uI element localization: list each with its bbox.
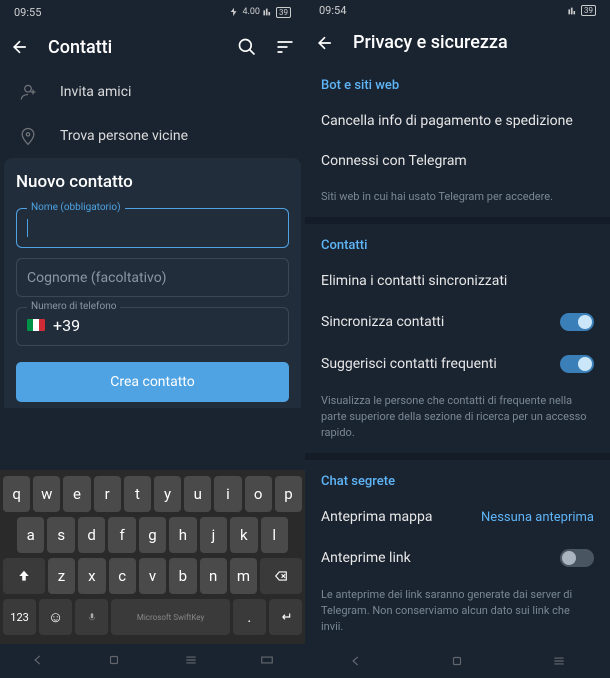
firstname-label: Nome (obbligatorio) bbox=[27, 202, 125, 213]
toggle-switch[interactable] bbox=[560, 313, 594, 331]
add-person-icon bbox=[18, 82, 38, 102]
invite-label: Invita amici bbox=[60, 84, 131, 100]
key-r[interactable]: r bbox=[94, 476, 121, 512]
keyboard: qwertyuiop asdfghjkl zxcvbnm 123 ☺ Micro… bbox=[0, 470, 305, 644]
key-w[interactable]: w bbox=[33, 476, 60, 512]
key-p[interactable]: p bbox=[275, 476, 302, 512]
key-y[interactable]: y bbox=[154, 476, 181, 512]
key-v[interactable]: v bbox=[139, 558, 166, 594]
firstname-field[interactable]: Nome (obbligatorio) bbox=[16, 208, 289, 248]
nav-bar bbox=[305, 647, 610, 678]
clock: 09:55 bbox=[14, 6, 41, 19]
key-i[interactable]: i bbox=[214, 476, 241, 512]
key-l[interactable]: l bbox=[261, 517, 288, 553]
backspace-key[interactable] bbox=[260, 558, 302, 594]
status-icons: 4.00 39 bbox=[229, 7, 291, 18]
privacy-screen: 09:54 39 Privacy e sicurezza Bot e siti … bbox=[305, 0, 610, 678]
emoji-key[interactable]: ☺ bbox=[39, 599, 72, 635]
page-title: Contatti bbox=[48, 37, 219, 58]
page-title: Privacy e sicurezza bbox=[353, 32, 600, 53]
period-key[interactable]: . bbox=[233, 599, 266, 635]
clock: 09:54 bbox=[319, 4, 346, 17]
map-preview-row[interactable]: Anteprima mappaNessuna anteprima bbox=[305, 497, 610, 537]
key-g[interactable]: g bbox=[139, 517, 166, 553]
surname-field[interactable]: Cognome (facoltativo) bbox=[16, 258, 289, 297]
key-f[interactable]: f bbox=[108, 517, 135, 553]
sheet-title: Nuovo contatto bbox=[16, 172, 289, 192]
space-key[interactable]: Microsoft SwiftKey bbox=[111, 599, 229, 635]
key-k[interactable]: k bbox=[230, 517, 257, 553]
bots-hint: Siti web in cui hai usato Telegram per a… bbox=[305, 181, 610, 217]
sync-contacts-row[interactable]: Sincronizza contatti bbox=[305, 301, 610, 343]
link-preview-row[interactable]: Anteprime link bbox=[305, 537, 610, 579]
contacts-hint: Visualizza le persone che contatti di fr… bbox=[305, 385, 610, 453]
key-x[interactable]: x bbox=[78, 558, 105, 594]
find-nearby[interactable]: Trova persone vicine bbox=[0, 114, 305, 158]
status-bar: 09:54 39 bbox=[305, 0, 610, 22]
location-icon bbox=[18, 126, 38, 146]
divider bbox=[305, 453, 610, 460]
key-m[interactable]: m bbox=[230, 558, 257, 594]
key-d[interactable]: d bbox=[78, 517, 105, 553]
nav-recent-icon[interactable] bbox=[184, 652, 198, 671]
key-s[interactable]: s bbox=[47, 517, 74, 553]
connected-telegram-row[interactable]: Connessi con Telegram bbox=[305, 141, 610, 181]
back-icon[interactable] bbox=[10, 37, 30, 57]
section-secret: Chat segrete bbox=[305, 460, 610, 497]
key-o[interactable]: o bbox=[245, 476, 272, 512]
key-t[interactable]: t bbox=[124, 476, 151, 512]
numbers-key[interactable]: 123 bbox=[3, 599, 36, 635]
payment-info-row[interactable]: Cancella info di pagamento e spedizione bbox=[305, 101, 610, 141]
nav-back-icon[interactable] bbox=[349, 653, 363, 672]
nav-home-icon[interactable] bbox=[450, 653, 464, 672]
phone-value: +39 bbox=[53, 316, 80, 335]
map-preview-value: Nessuna anteprima bbox=[481, 510, 594, 525]
section-bots: Bot e siti web bbox=[305, 64, 610, 101]
nav-bar bbox=[0, 644, 305, 678]
key-c[interactable]: c bbox=[109, 558, 136, 594]
phone-label: Numero di telefono bbox=[27, 301, 120, 312]
enter-key[interactable] bbox=[269, 599, 302, 635]
new-contact-sheet: Nuovo contatto Nome (obbligatorio) Cogno… bbox=[4, 158, 301, 408]
nearby-label: Trova persone vicine bbox=[60, 128, 188, 144]
section-contacts: Contatti bbox=[305, 224, 610, 261]
key-a[interactable]: a bbox=[17, 517, 44, 553]
toggle-switch[interactable] bbox=[560, 549, 594, 567]
key-q[interactable]: q bbox=[3, 476, 30, 512]
invite-friends[interactable]: Invita amici bbox=[0, 70, 305, 114]
mic-key[interactable] bbox=[75, 599, 108, 635]
suggest-contacts-row[interactable]: Suggerisci contatti frequenti bbox=[305, 343, 610, 385]
sort-icon[interactable] bbox=[275, 37, 295, 57]
nav-back-icon[interactable] bbox=[31, 652, 45, 671]
surname-placeholder: Cognome (facoltativo) bbox=[27, 270, 167, 286]
nav-home-icon[interactable] bbox=[107, 652, 121, 671]
nav-keyboard-icon[interactable] bbox=[260, 652, 274, 671]
status-bar: 09:55 4.00 39 bbox=[0, 0, 305, 24]
shift-key[interactable] bbox=[3, 558, 45, 594]
secret-hint: Le anteprime dei link saranno generate d… bbox=[305, 579, 610, 647]
toggle-switch[interactable] bbox=[560, 355, 594, 373]
italy-flag-icon[interactable] bbox=[27, 319, 45, 331]
create-contact-button[interactable]: Crea contatto bbox=[16, 362, 289, 402]
key-e[interactable]: e bbox=[63, 476, 90, 512]
divider bbox=[305, 217, 610, 224]
nav-recent-icon[interactable] bbox=[552, 653, 566, 672]
key-h[interactable]: h bbox=[169, 517, 196, 553]
text-cursor-icon bbox=[27, 219, 28, 237]
contacts-screen: 09:55 4.00 39 Contatti Invita amici Trov… bbox=[0, 0, 305, 678]
app-bar: Privacy e sicurezza bbox=[305, 22, 610, 64]
delete-synced-row[interactable]: Elimina i contatti sincronizzati bbox=[305, 261, 610, 301]
search-icon[interactable] bbox=[237, 37, 257, 57]
status-icons: 39 bbox=[568, 5, 596, 16]
key-n[interactable]: n bbox=[200, 558, 227, 594]
key-b[interactable]: b bbox=[169, 558, 196, 594]
key-j[interactable]: j bbox=[200, 517, 227, 553]
app-bar: Contatti bbox=[0, 24, 305, 70]
back-icon[interactable] bbox=[315, 33, 335, 53]
phone-field[interactable]: Numero di telefono +39 bbox=[16, 307, 289, 346]
key-z[interactable]: z bbox=[48, 558, 75, 594]
key-u[interactable]: u bbox=[184, 476, 211, 512]
